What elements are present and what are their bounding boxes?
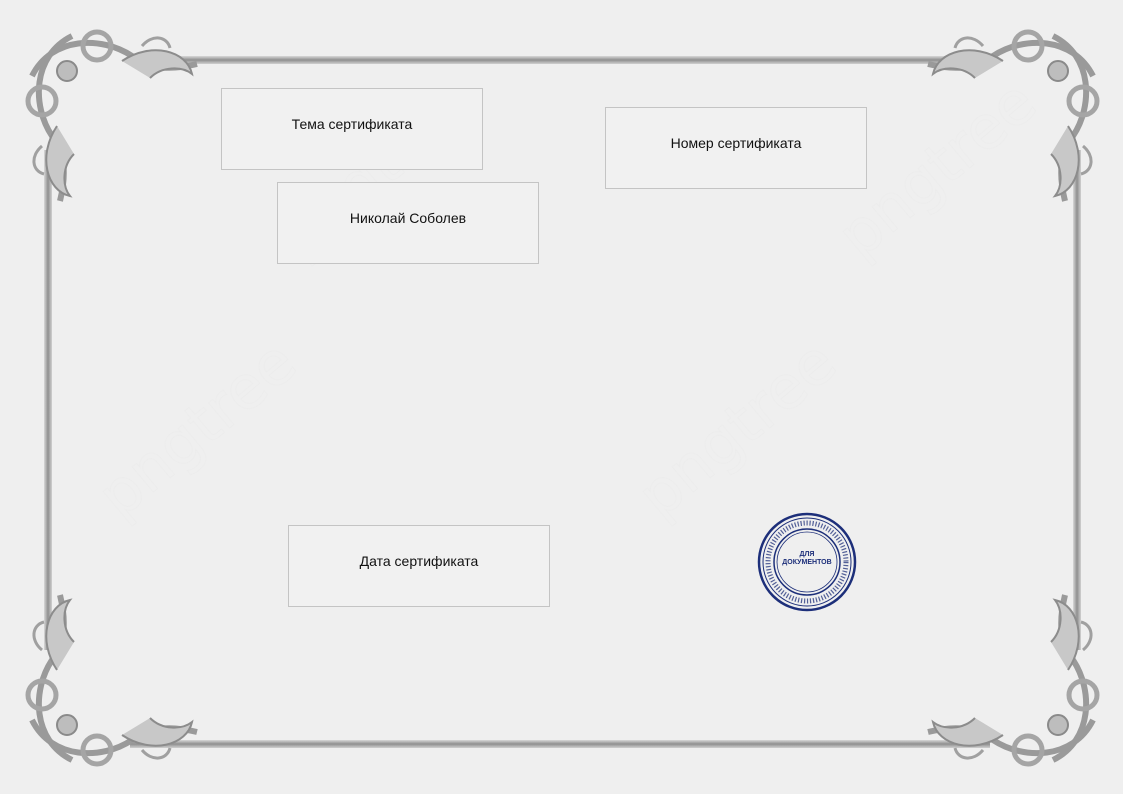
ornamental-frame: pngtree pngtree pngtree pngtree — [0, 0, 1123, 794]
recipient-name-field[interactable]: Николай Соболев — [277, 182, 539, 264]
certificate-topic-text: Тема сертификата — [291, 116, 413, 132]
stamp-center-line2: ДОКУМЕНТОВ — [782, 559, 832, 567]
certificate-page: pngtree pngtree pngtree pngtree Тема сер… — [0, 0, 1123, 794]
certificate-number-field[interactable]: Номер сертификата — [605, 107, 867, 189]
svg-text:pngtree: pngtree — [625, 327, 850, 532]
certificate-topic-field[interactable]: Тема сертификата — [221, 88, 483, 170]
certificate-date-field[interactable]: Дата сертификата — [288, 525, 550, 607]
official-seal-stamp: ДЛЯ ДОКУМЕНТОВ — [756, 511, 858, 613]
certificate-number-text: Номер сертификата — [670, 135, 802, 151]
stamp-center-line1: ДЛЯ — [799, 551, 815, 558]
svg-text:pngtree: pngtree — [85, 327, 310, 532]
certificate-date-text: Дата сертификата — [359, 553, 479, 569]
recipient-name-text: Николай Соболев — [349, 210, 467, 226]
